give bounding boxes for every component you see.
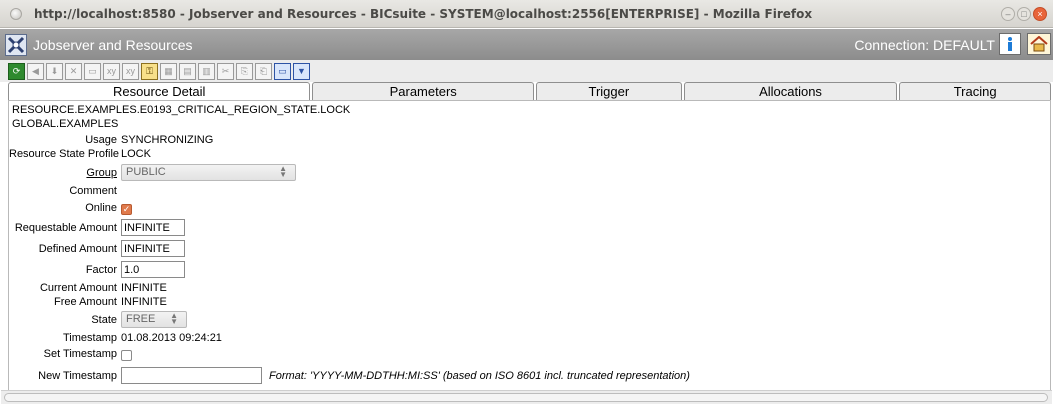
- free-amount-row: Free Amount INFINITE: [9, 296, 1049, 308]
- state-select[interactable]: FREE ▲ ▼: [121, 311, 187, 328]
- grid-split-icon[interactable]: ▥: [198, 62, 215, 80]
- online-label: Online: [85, 201, 117, 214]
- free-amount-label: Free Amount: [54, 296, 117, 308]
- close-window-icon[interactable]: ×: [1033, 7, 1047, 21]
- set-timestamp-label: Set Timestamp: [43, 348, 117, 360]
- toolbar: ⟳ ◀ ⬇ ✕ ▭ xy xy ⚿ ▦ ▤ ▥ ✂ ⎘ ⎗ ▭ ▼: [0, 60, 1053, 82]
- comment-row: Comment: [9, 185, 1049, 197]
- usage-label: Usage: [85, 134, 117, 146]
- requestable-row: Requestable Amount: [9, 219, 1049, 236]
- info-icon[interactable]: [999, 33, 1021, 55]
- home-icon[interactable]: [1027, 33, 1051, 55]
- resource-path: RESOURCE.EXAMPLES.E0193_CRITICAL_REGION_…: [12, 104, 351, 116]
- app-title: Jobserver and Resources: [33, 36, 193, 53]
- group-select[interactable]: PUBLIC ▲ ▼: [121, 164, 296, 181]
- tab-allocations[interactable]: Allocations: [683, 82, 898, 100]
- grid-icon[interactable]: ▦: [160, 62, 177, 80]
- minimize-icon[interactable]: –: [1001, 7, 1015, 21]
- defined-amount-input[interactable]: [121, 240, 185, 257]
- timestamp-row: Timestamp 01.08.2013 09:24:21: [9, 332, 1049, 344]
- window-titlebar: http://localhost:8580 - Jobserver and Re…: [0, 0, 1053, 28]
- set-timestamp-row: Set Timestamp: [9, 347, 1049, 361]
- scrollbar-thumb[interactable]: [4, 393, 1048, 402]
- set-timestamp-checkbox[interactable]: [121, 350, 132, 361]
- usage-value: SYNCHRONIZING: [121, 134, 214, 146]
- timestamp-format-hint: Format: 'YYYY-MM-DDTHH:MI:SS' (based on …: [269, 369, 690, 382]
- comment-label: Comment: [69, 185, 117, 197]
- timestamp-value: 01.08.2013 09:24:21: [121, 332, 222, 344]
- online-checkbox[interactable]: ✓: [121, 204, 132, 215]
- connection-label: Connection: DEFAULT: [854, 37, 995, 53]
- rsp-row: Resource State Profile LOCK: [9, 148, 1049, 160]
- state-selected-value: FREE: [126, 313, 156, 325]
- window-menu-icon[interactable]: [10, 7, 22, 20]
- copy-xxy-icon[interactable]: xy: [122, 62, 139, 80]
- group-link[interactable]: Group: [9, 167, 121, 179]
- resource-detail-panel: RESOURCE.EXAMPLES.E0193_CRITICAL_REGION_…: [8, 100, 1051, 398]
- tab-trigger[interactable]: Trigger: [535, 82, 682, 100]
- resource-state-profile-label: Resource State Profile: [9, 148, 120, 160]
- online-row: Online ✓: [9, 200, 1049, 215]
- scope-row: GLOBAL.EXAMPLES: [9, 118, 1049, 130]
- timestamp-label: Timestamp: [63, 332, 117, 344]
- defined-row: Defined Amount: [9, 240, 1049, 257]
- refresh-icon[interactable]: ⟳: [8, 62, 25, 80]
- save-icon[interactable]: ⬇: [46, 62, 63, 80]
- tab-bar: Resource Detail Parameters Trigger Alloc…: [8, 82, 1053, 100]
- window-controls: – □ ×: [1001, 7, 1047, 21]
- usage-row: Usage SYNCHRONIZING: [9, 134, 1049, 146]
- grid-alt-icon[interactable]: ▤: [179, 62, 196, 80]
- copy-xy-icon[interactable]: xy: [103, 62, 120, 80]
- window-title: http://localhost:8580 - Jobserver and Re…: [34, 6, 813, 21]
- copy-icon[interactable]: ⎘: [236, 62, 253, 80]
- current-amount-value: INFINITE: [121, 282, 167, 294]
- factor-input[interactable]: [121, 261, 185, 278]
- select-arrows-icon: ▲ ▼: [170, 311, 178, 326]
- factor-row: Factor: [9, 261, 1049, 278]
- free-amount-value: INFINITE: [121, 296, 167, 308]
- app-header: Jobserver and Resources Connection: DEFA…: [0, 29, 1053, 60]
- current-amount-row: Current Amount INFINITE: [9, 282, 1049, 294]
- group-selected-value: PUBLIC: [126, 166, 166, 178]
- resource-path-row: RESOURCE.EXAMPLES.E0193_CRITICAL_REGION_…: [9, 104, 1049, 116]
- select-arrows-icon: ▲ ▼: [279, 164, 287, 179]
- state-label: State: [91, 313, 117, 326]
- tab-resource-detail[interactable]: Resource Detail: [8, 82, 311, 100]
- state-row: State FREE ▲ ▼: [9, 311, 1049, 328]
- resource-state-profile-value: LOCK: [121, 148, 151, 160]
- group-row: Group PUBLIC ▲ ▼: [9, 164, 1049, 181]
- close-icon[interactable]: ✕: [65, 62, 82, 80]
- defined-amount-label: Defined Amount: [38, 242, 117, 255]
- horizontal-scrollbar[interactable]: [1, 390, 1052, 404]
- maximize-icon[interactable]: □: [1017, 7, 1031, 21]
- tab-parameters[interactable]: Parameters: [312, 82, 534, 100]
- back-icon[interactable]: ◀: [27, 62, 44, 80]
- requestable-amount-label: Requestable Amount: [14, 221, 117, 234]
- new-timestamp-row: New Timestamp Format: 'YYYY-MM-DDTHH:MI:…: [9, 367, 1049, 384]
- key-icon[interactable]: ⚿: [141, 62, 158, 80]
- resource-scope: GLOBAL.EXAMPLES: [12, 118, 119, 130]
- tab-tracing[interactable]: Tracing: [899, 82, 1051, 100]
- factor-label: Factor: [85, 263, 117, 276]
- comment-icon[interactable]: ▭: [274, 62, 291, 80]
- cut-icon[interactable]: ✂: [217, 62, 234, 80]
- app-logo-icon: [5, 33, 27, 56]
- down-arrow-icon[interactable]: ▼: [293, 62, 310, 80]
- current-amount-label: Current Amount: [39, 282, 117, 294]
- new-document-icon[interactable]: ▭: [84, 62, 101, 80]
- paste-icon[interactable]: ⎗: [255, 62, 272, 80]
- new-timestamp-input[interactable]: [121, 367, 262, 384]
- requestable-amount-input[interactable]: [121, 219, 185, 236]
- new-timestamp-label: New Timestamp: [38, 369, 117, 382]
